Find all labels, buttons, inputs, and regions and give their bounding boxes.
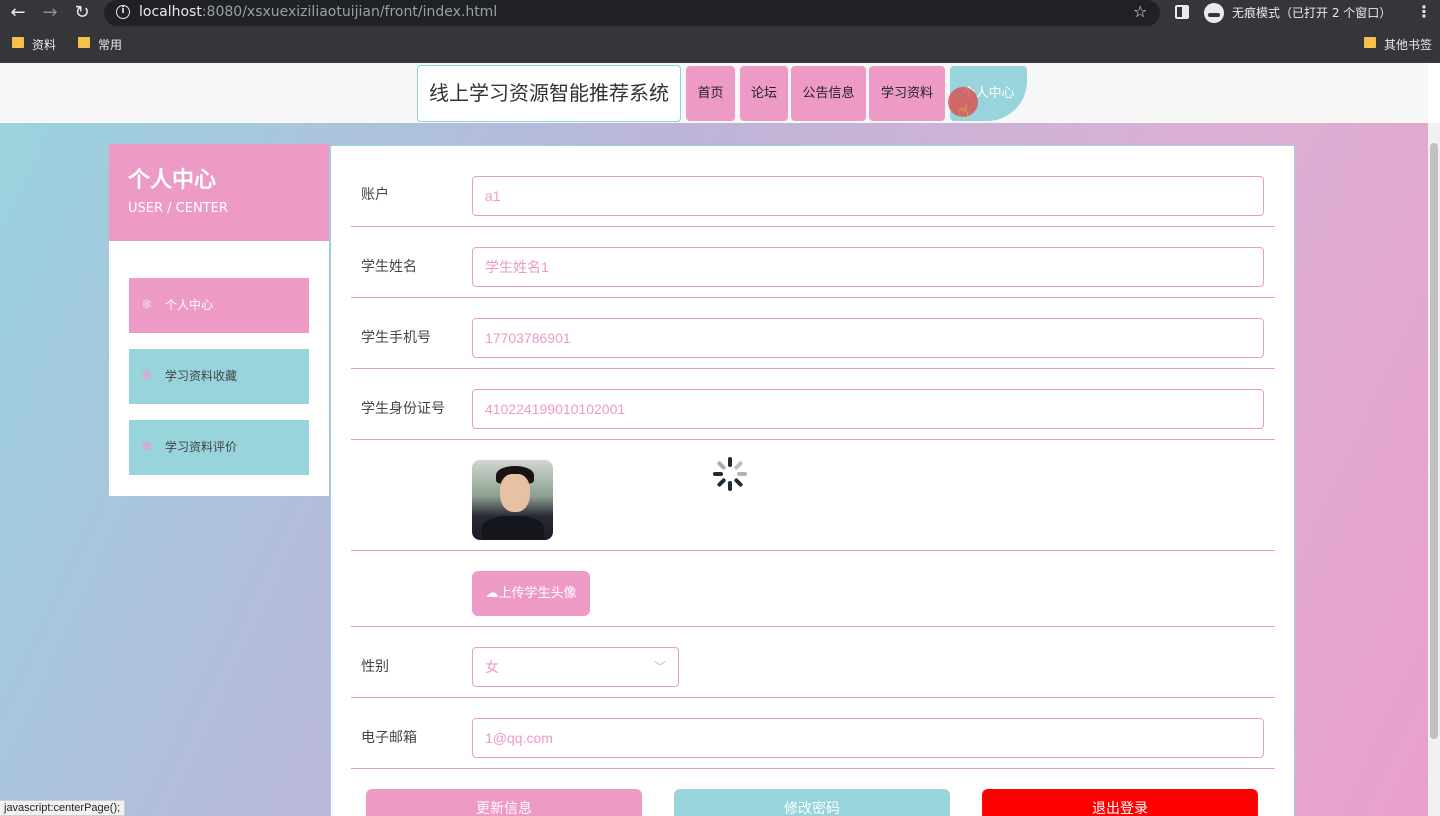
- form-row-account: 账户 a1: [351, 166, 1275, 227]
- account-label: 账户: [361, 187, 389, 203]
- page-scrollbar[interactable]: [1428, 123, 1440, 816]
- form-row-phone: 学生手机号 17703786901: [351, 298, 1275, 369]
- incognito-icon[interactable]: [1204, 3, 1224, 23]
- loading-spinner-icon: [713, 457, 747, 491]
- form-row-name: 学生姓名 学生姓名1: [351, 227, 1275, 298]
- update-info-button[interactable]: 更新信息: [366, 789, 642, 816]
- form-row-avatar: [351, 440, 1275, 551]
- folder-icon: [78, 37, 90, 48]
- back-icon[interactable]: ←: [8, 3, 28, 23]
- avatar: [472, 460, 553, 540]
- site-info-icon[interactable]: i: [116, 5, 130, 19]
- bookmark-star-icon[interactable]: ☆: [1133, 2, 1147, 21]
- chevron-down-icon: ﹀: [653, 660, 666, 674]
- url-host: localhost: [139, 4, 202, 20]
- sidebar-item-reviews[interactable]: ❄ 学习资料评价: [129, 420, 309, 475]
- incognito-label[interactable]: 无痕模式（已打开 2 个窗口）: [1232, 4, 1391, 21]
- avatar-body: [482, 516, 544, 540]
- name-field[interactable]: 学生姓名1: [472, 247, 1264, 287]
- name-label: 学生姓名: [361, 259, 417, 275]
- email-field[interactable]: 1@qq.com: [472, 718, 1264, 758]
- bookmarks-bar: 资料 常用 其他书签: [0, 26, 1440, 63]
- gender-select[interactable]: 女 ﹀: [472, 647, 679, 687]
- upload-label: 上传学生头像: [498, 586, 577, 601]
- scrollbar-thumb[interactable]: [1430, 143, 1438, 739]
- sidebar-header: 个人中心 USER / CENTER: [109, 144, 329, 241]
- browser-menu-icon[interactable]: ⋮: [1416, 2, 1432, 21]
- form-row-gender: 性别 女 ﹀: [351, 627, 1275, 698]
- idcard-field[interactable]: 410224199010102001: [472, 389, 1264, 429]
- account-field[interactable]: a1: [472, 176, 1264, 216]
- bookmark-folder-other[interactable]: 其他书签: [1364, 36, 1432, 53]
- sidebar-item-label: 学习资料评价: [165, 440, 238, 454]
- sidebar-item-favorites[interactable]: ❄ 学习资料收藏: [129, 349, 309, 404]
- bookmark-label: 常用: [98, 38, 123, 52]
- folder-icon: [12, 37, 24, 48]
- hand-cursor-icon: ☝: [958, 101, 969, 122]
- bookmark-label: 其他书签: [1384, 38, 1433, 52]
- bookmark-folder-ziliao[interactable]: 资料: [12, 36, 56, 53]
- cloud-upload-icon: ☁: [485, 586, 499, 601]
- profile-form: 账户 a1 学生姓名 学生姓名1 学生手机号 17703786901 学生身份证…: [330, 145, 1295, 816]
- snowflake-icon: ❄: [141, 439, 153, 455]
- form-row-upload: ☁上传学生头像: [351, 551, 1275, 627]
- sidebar-item-label: 个人中心: [165, 298, 214, 312]
- sidebar-item-label: 学习资料收藏: [165, 369, 238, 383]
- top-navigation: 线上学习资源智能推荐系统 首页 论坛 公告信息 学习资料 个人中心 ☝: [0, 63, 1428, 123]
- page-background: 线上学习资源智能推荐系统 首页 论坛 公告信息 学习资料 个人中心 ☝ 个人中心…: [0, 63, 1428, 816]
- snowflake-icon: ❄: [141, 297, 153, 313]
- email-label: 电子邮箱: [361, 730, 417, 746]
- bookmark-folder-changyong[interactable]: 常用: [78, 36, 122, 53]
- upload-avatar-button[interactable]: ☁上传学生头像: [472, 571, 590, 616]
- idcard-label: 学生身份证号: [361, 401, 445, 417]
- phone-label: 学生手机号: [361, 330, 431, 346]
- sidebar-item-user-center[interactable]: ❄ 个人中心: [129, 278, 309, 333]
- sidebar-title: 个人中心: [128, 168, 217, 193]
- snowflake-icon: ❄: [141, 368, 153, 384]
- nav-home[interactable]: 首页: [686, 66, 735, 121]
- bookmark-label: 资料: [32, 38, 57, 52]
- folder-icon: [1364, 37, 1376, 48]
- url-text[interactable]: localhost:8080/xsxuexiziliaotuijian/fron…: [139, 3, 497, 21]
- sidebar: 个人中心 USER / CENTER ❄ 个人中心 ❄ 学习资料收藏 ❄ 学习资…: [109, 144, 329, 496]
- nav-forum[interactable]: 论坛: [740, 66, 788, 121]
- gender-label: 性别: [361, 659, 389, 675]
- avatar-face: [500, 474, 530, 512]
- nav-materials[interactable]: 学习资料: [869, 66, 945, 121]
- link-status-bar: javascript:centerPage();: [0, 800, 126, 816]
- form-row-idcard: 学生身份证号 410224199010102001: [351, 369, 1275, 440]
- gender-value: 女: [485, 659, 499, 675]
- logout-button[interactable]: 退出登录: [982, 789, 1258, 816]
- nav-announcements[interactable]: 公告信息: [791, 66, 866, 121]
- change-password-button[interactable]: 修改密码: [674, 789, 950, 816]
- url-path: :8080/xsxuexiziliaotuijian/front/index.h…: [201, 4, 498, 20]
- phone-field[interactable]: 17703786901: [472, 318, 1264, 358]
- form-row-email: 电子邮箱 1@qq.com: [351, 698, 1275, 769]
- browser-toolbar: ← → ↻ i localhost:8080/xsxuexiziliaotuij…: [0, 0, 1440, 26]
- site-title: 线上学习资源智能推荐系统: [417, 65, 681, 122]
- forward-icon[interactable]: →: [40, 3, 60, 23]
- sidebar-subtitle: USER / CENTER: [128, 201, 228, 216]
- reload-icon[interactable]: ↻: [72, 3, 92, 23]
- side-panel-icon[interactable]: [1175, 5, 1189, 19]
